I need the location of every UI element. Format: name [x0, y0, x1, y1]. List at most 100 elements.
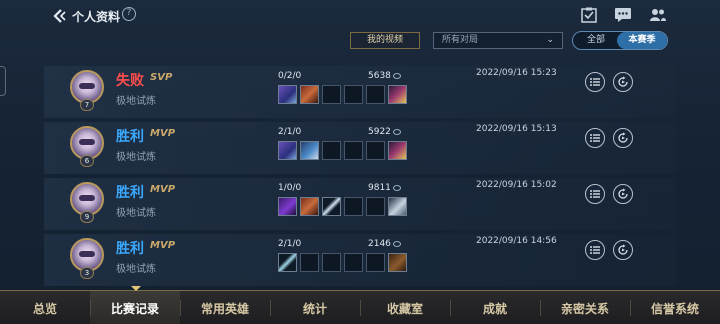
gold-amount: 5638	[368, 71, 401, 81]
replay-icon	[618, 244, 628, 255]
gold-value: 5638	[368, 71, 391, 81]
nav-tab[interactable]: 亲密关系	[540, 291, 630, 324]
empty-item-slot	[300, 253, 319, 272]
match-filter-dropdown[interactable]: 所有对局 ⌄	[433, 32, 563, 49]
active-tab-indicator	[131, 286, 141, 291]
list-icon	[590, 78, 600, 86]
coin-icon	[392, 128, 401, 135]
match-result: 胜利	[116, 185, 144, 201]
match-row[interactable]: 3 胜利 MVP 极地试炼 2/1/0 2146 2022/09/16 14:56	[44, 234, 676, 286]
hero-level: 9	[80, 211, 94, 223]
coin-icon	[392, 184, 401, 191]
item-slot-icon	[278, 197, 297, 216]
empty-item-slot	[366, 253, 385, 272]
hero-level: 3	[80, 267, 94, 279]
game-mode: 极地试炼	[116, 264, 156, 275]
gold-amount: 9811	[368, 183, 401, 193]
replay-icon	[618, 76, 628, 87]
match-row[interactable]: 7 失败 SVP 极地试炼 0/2/0 5638 2022/09/16 15:23	[44, 66, 676, 118]
item-slot-icon	[388, 85, 407, 104]
replay-button[interactable]	[613, 240, 633, 260]
replay-button[interactable]	[613, 128, 633, 148]
replay-button[interactable]	[613, 72, 633, 92]
season-toggle[interactable]: 全部 本赛季	[572, 31, 668, 50]
gold-value: 5922	[368, 127, 391, 137]
match-row[interactable]: 6 胜利 MVP 极地试炼 2/1/0 5922 2022/09/16 15:13	[44, 122, 676, 174]
performance-badge: MVP	[150, 128, 176, 139]
game-mode: 极地试炼	[116, 152, 156, 163]
match-result: 胜利	[116, 241, 144, 257]
toggle-this-season[interactable]: 本赛季	[617, 32, 667, 49]
details-list-button[interactable]	[585, 240, 605, 260]
item-slot-icon	[278, 253, 297, 272]
nav-tab[interactable]: 常用英雄	[180, 291, 270, 324]
empty-item-slot	[344, 253, 363, 272]
chat-icon[interactable]	[614, 7, 632, 23]
coin-icon	[392, 240, 401, 247]
item-slot-icon	[278, 141, 297, 160]
match-row[interactable]: 9 胜利 MVP 极地试炼 1/0/0 9811 2022/09/16 15:02	[44, 178, 676, 230]
match-result: 失败	[116, 73, 144, 89]
details-list-button[interactable]	[585, 72, 605, 92]
item-slot-icon	[322, 197, 341, 216]
performance-badge: MVP	[150, 184, 176, 195]
match-date: 2022/09/16 15:13	[476, 124, 557, 134]
item-slot-icon	[388, 197, 407, 216]
empty-item-slot	[366, 141, 385, 160]
match-date: 2022/09/16 15:23	[476, 68, 557, 78]
nav-divider	[270, 300, 271, 316]
replay-icon	[618, 188, 628, 199]
gold-amount: 2146	[368, 239, 401, 249]
match-result: 胜利	[116, 129, 144, 145]
coin-icon	[392, 72, 401, 79]
kda: 2/1/0	[278, 239, 302, 249]
item-slot-icon	[388, 141, 407, 160]
nav-divider	[180, 300, 181, 316]
help-icon[interactable]: ?	[122, 7, 136, 21]
replay-button[interactable]	[613, 184, 633, 204]
item-slot-icon	[278, 85, 297, 104]
empty-item-slot	[366, 85, 385, 104]
performance-badge: SVP	[150, 72, 173, 83]
hero-level: 6	[80, 155, 94, 167]
kda: 1/0/0	[278, 183, 302, 193]
list-icon	[590, 190, 600, 198]
gold-value: 2146	[368, 239, 391, 249]
empty-item-slot	[366, 197, 385, 216]
nav-tab[interactable]: 总览	[0, 291, 90, 324]
checklist-icon[interactable]	[580, 7, 598, 23]
nav-tab[interactable]: 统计	[270, 291, 360, 324]
empty-item-slot	[344, 197, 363, 216]
nav-divider	[540, 300, 541, 316]
details-list-button[interactable]	[585, 184, 605, 204]
nav-tab[interactable]: 信誉系统	[630, 291, 720, 324]
empty-item-slot	[322, 85, 341, 104]
back-arrow-icon[interactable]	[50, 7, 68, 25]
replay-icon	[618, 132, 628, 143]
my-videos-button[interactable]: 我的视频	[350, 32, 420, 49]
chevron-down-icon: ⌄	[546, 35, 554, 45]
match-date: 2022/09/16 15:02	[476, 180, 557, 190]
side-drawer-handle[interactable]	[0, 66, 6, 96]
list-icon	[590, 134, 600, 142]
toggle-all[interactable]: 全部	[573, 32, 619, 49]
empty-item-slot	[322, 141, 341, 160]
details-list-button[interactable]	[585, 128, 605, 148]
nav-tab[interactable]: 成就	[450, 291, 540, 324]
item-slot-icon	[300, 141, 319, 160]
item-slot-icon	[388, 253, 407, 272]
list-icon	[590, 246, 600, 254]
nav-tab[interactable]: 收藏室	[360, 291, 450, 324]
dropdown-value: 所有对局	[442, 35, 479, 45]
item-slot-icon	[300, 197, 319, 216]
nav-tab[interactable]: 比赛记录	[90, 291, 180, 324]
nav-divider	[630, 300, 631, 316]
top-bar: 个人资料 ?	[0, 0, 720, 32]
gold-amount: 5922	[368, 127, 401, 137]
nav-divider	[90, 300, 91, 316]
item-slot-icon	[300, 85, 319, 104]
performance-badge: MVP	[150, 240, 176, 251]
empty-item-slot	[344, 141, 363, 160]
friends-icon[interactable]	[649, 7, 667, 23]
nav-divider	[450, 300, 451, 316]
